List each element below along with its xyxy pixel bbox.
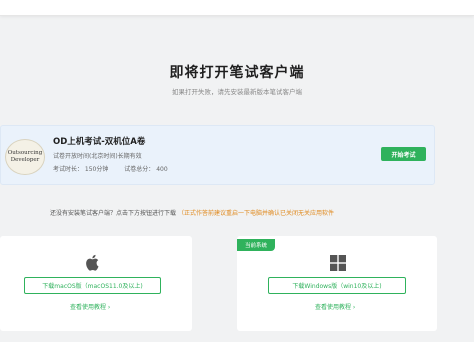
start-exam-button[interactable]: 开始考试	[381, 147, 426, 161]
windows-icon	[330, 255, 346, 271]
download-windows-button[interactable]: 下载Windows版（win10及以上)	[268, 277, 406, 294]
exam-open-time: 试卷开放时间(北京时间)长期有效	[53, 153, 142, 160]
top-bar	[0, 0, 474, 16]
exam-name: OD上机考试-双机位A卷	[53, 137, 146, 147]
exam-total-score: 试卷总分： 400	[124, 166, 168, 173]
page-bottom	[0, 331, 474, 342]
install-notice-warning: （正式作答前建议重启一下电脑并确认已关闭无关应用软件	[177, 210, 334, 217]
current-system-badge: 当前系统	[237, 239, 275, 251]
exam-meta: 考试时长： 150分钟 试卷总分： 400	[53, 164, 182, 173]
company-logo: Outsourcing Developer	[5, 139, 45, 175]
logo-line2: Developer	[10, 157, 40, 163]
install-notice: 还没有安装笔试客户端？点击下方按钮进行下载 （正式作答前建议重启一下电脑并确认已…	[50, 208, 334, 217]
exam-duration: 考试时长： 150分钟	[53, 166, 109, 173]
install-notice-text: 还没有安装笔试客户端？点击下方按钮进行下载	[50, 210, 177, 217]
logo-line1: Outsourcing	[7, 150, 43, 156]
page-title: 即将打开笔试客户端	[169, 65, 305, 81]
windows-tutorial-link[interactable]: 查看使用教程 ›	[315, 302, 355, 311]
download-macos-button[interactable]: 下载macOS版（macOS11.0及以上)	[24, 277, 161, 294]
apple-icon	[86, 254, 99, 271]
page-subtitle: 如果打开失败，请先安装最新版本笔试客户端	[172, 88, 302, 96]
mac-tutorial-link[interactable]: 查看使用教程 ›	[70, 302, 110, 311]
